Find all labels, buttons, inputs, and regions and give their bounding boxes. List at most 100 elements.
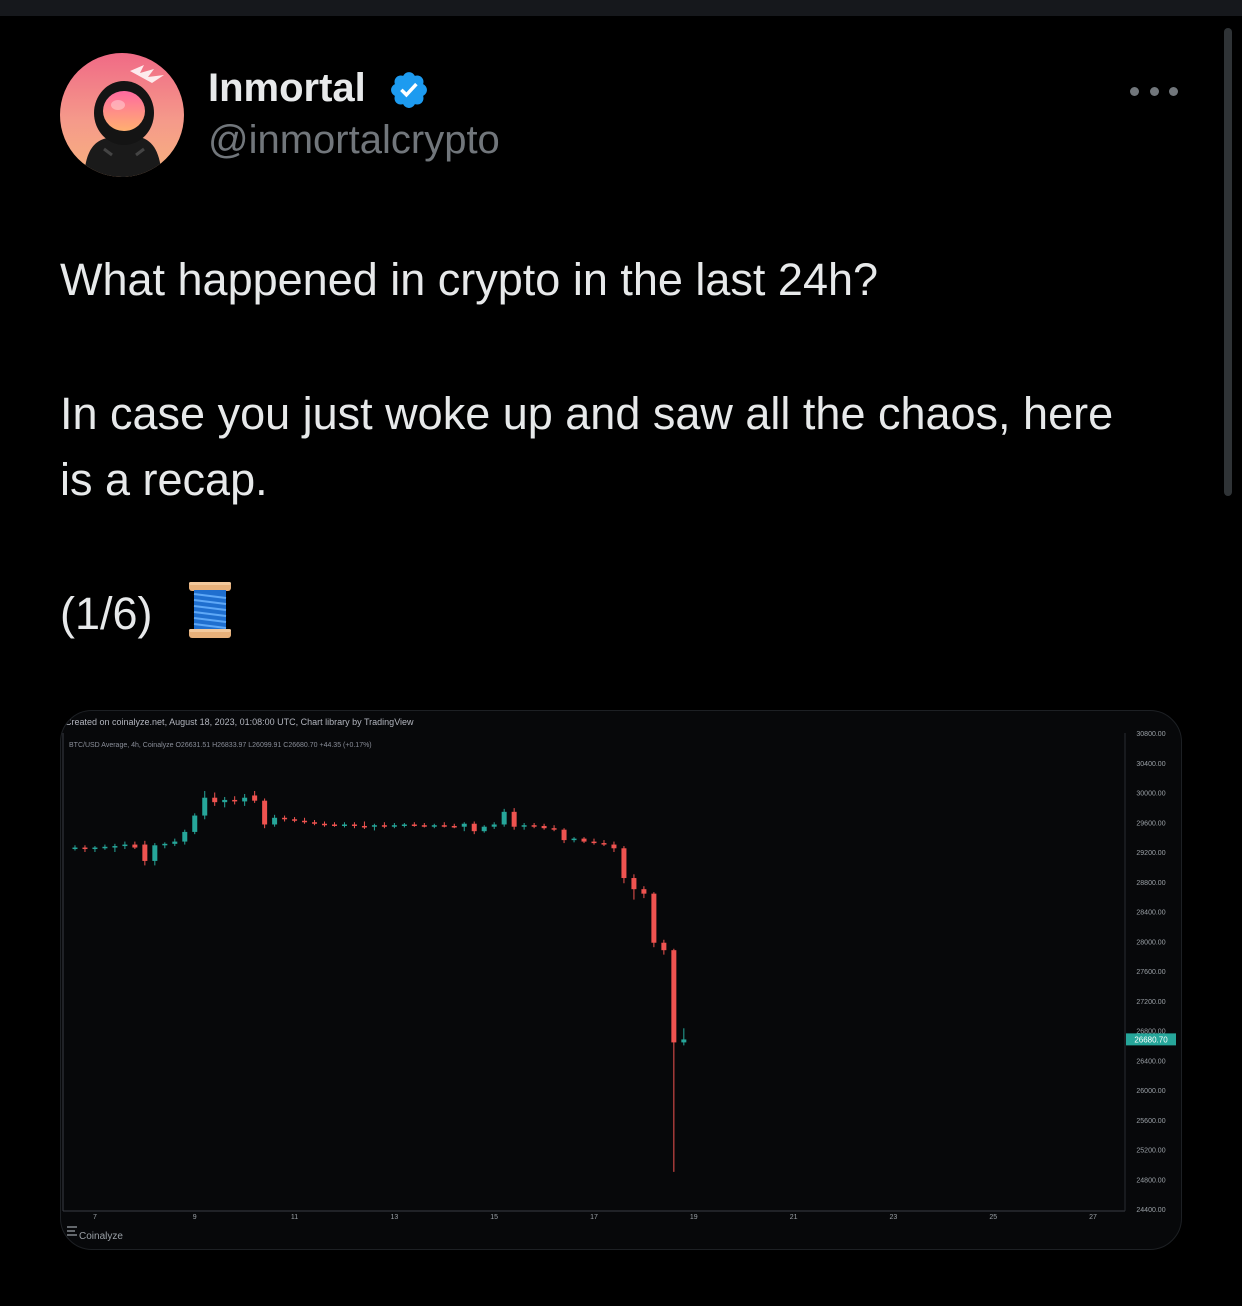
x-tick-label: 27 bbox=[1089, 1214, 1097, 1221]
candle-body bbox=[441, 825, 447, 827]
candle-body bbox=[611, 844, 617, 849]
x-tick-label: 7 bbox=[93, 1214, 97, 1221]
y-axis-ticks: 30800.00 30400.00 30000.00 29600.00 29200.00… bbox=[1136, 731, 1165, 1214]
candle-body bbox=[112, 846, 118, 848]
x-tick-label: 19 bbox=[690, 1214, 698, 1221]
candle-body bbox=[571, 838, 577, 841]
y-tick-label: 24400.00 bbox=[1136, 1207, 1165, 1214]
candle-body bbox=[671, 950, 677, 1043]
candle-body bbox=[471, 823, 477, 832]
y-tick-label: 30800.00 bbox=[1136, 731, 1165, 738]
tweet-text-line-1: What happened in crypto in the last 24h? bbox=[60, 254, 879, 305]
candle-body bbox=[391, 825, 397, 827]
candle-body bbox=[651, 893, 657, 943]
candle-body bbox=[72, 847, 78, 850]
y-tick-label: 25600.00 bbox=[1136, 1118, 1165, 1125]
candle-body bbox=[82, 847, 88, 850]
candle-body bbox=[631, 878, 637, 890]
candle-body bbox=[531, 825, 537, 827]
candle-body bbox=[182, 831, 188, 842]
candle-body bbox=[541, 825, 547, 829]
candle-body bbox=[132, 844, 138, 848]
x-tick-label: 13 bbox=[390, 1214, 398, 1221]
candle-body bbox=[411, 824, 417, 826]
candle-body bbox=[511, 811, 517, 827]
candle-body bbox=[461, 823, 467, 827]
y-tick-label: 29200.00 bbox=[1136, 850, 1165, 857]
candle-body bbox=[551, 828, 557, 830]
y-tick-label: 30400.00 bbox=[1136, 761, 1165, 768]
candle-body bbox=[212, 797, 218, 803]
candle-body bbox=[192, 815, 198, 832]
candlestick-chart: Created on coinalyze.net, August 18, 202… bbox=[62, 717, 1176, 1242]
y-tick-label: 28800.00 bbox=[1136, 880, 1165, 887]
spool-of-thread-icon bbox=[189, 582, 231, 638]
candle-body bbox=[681, 1039, 687, 1043]
candle-body bbox=[92, 847, 98, 850]
candle-body bbox=[581, 838, 587, 842]
candle-body bbox=[501, 811, 507, 825]
x-tick-label: 11 bbox=[291, 1214, 298, 1221]
candle-body bbox=[162, 843, 168, 846]
x-tick-label: 9 bbox=[193, 1214, 197, 1221]
author-handle[interactable]: @inmortalcrypto bbox=[208, 118, 500, 163]
x-tick-label: 17 bbox=[590, 1214, 598, 1221]
x-tick-label: 25 bbox=[989, 1214, 997, 1221]
y-tick-label: 26000.00 bbox=[1136, 1088, 1165, 1095]
candle-body bbox=[351, 824, 357, 826]
candle-body bbox=[302, 820, 308, 823]
author-name[interactable]: Inmortal bbox=[208, 66, 366, 111]
x-tick-label: 21 bbox=[790, 1214, 798, 1221]
y-tick-label: 25200.00 bbox=[1136, 1148, 1165, 1155]
candle-body bbox=[381, 825, 387, 827]
y-tick-label: 26400.00 bbox=[1136, 1058, 1165, 1065]
x-tick-label: 15 bbox=[490, 1214, 498, 1221]
candle-body bbox=[421, 825, 427, 827]
candle-body bbox=[232, 799, 238, 802]
y-tick-label: 27600.00 bbox=[1136, 969, 1165, 976]
avatar[interactable] bbox=[60, 53, 184, 177]
x-tick-label: 23 bbox=[890, 1214, 898, 1221]
candle-body bbox=[451, 825, 457, 828]
more-options-icon[interactable] bbox=[1130, 80, 1178, 102]
y-tick-label: 30000.00 bbox=[1136, 791, 1165, 798]
coinalyze-watermark: Coinalyze bbox=[67, 1226, 123, 1242]
candle-body bbox=[122, 844, 128, 847]
candle-body bbox=[152, 845, 158, 861]
candle-body bbox=[481, 826, 487, 832]
coinalyze-logo-icon bbox=[67, 1226, 77, 1236]
candle-body bbox=[202, 797, 208, 816]
tweet-media-chart[interactable]: Created on coinalyze.net, August 18, 202… bbox=[60, 710, 1182, 1250]
candle-body bbox=[242, 797, 248, 802]
candle-body bbox=[601, 843, 607, 845]
candle-body bbox=[661, 942, 667, 951]
candle-body bbox=[272, 817, 278, 825]
candle-body bbox=[491, 824, 497, 827]
candles-group bbox=[72, 791, 687, 1172]
x-axis-ticks: 7 9 11 13 15 17 19 21 23 25 27 bbox=[93, 1214, 1097, 1221]
candle-body bbox=[561, 829, 567, 841]
y-tick-label: 28000.00 bbox=[1136, 939, 1165, 946]
candle-body bbox=[142, 844, 148, 861]
candle-body bbox=[521, 825, 527, 827]
candle-body bbox=[641, 889, 647, 894]
tweet-thread-counter: (1/6) bbox=[60, 588, 153, 639]
candle-body bbox=[102, 846, 108, 849]
y-tick-label: 24800.00 bbox=[1136, 1177, 1165, 1184]
y-tick-label: 29600.00 bbox=[1136, 820, 1165, 827]
candle-body bbox=[341, 824, 347, 826]
candle-body bbox=[262, 800, 268, 825]
candle-body bbox=[252, 795, 258, 801]
candle-body bbox=[331, 824, 337, 826]
candle-body bbox=[312, 822, 318, 824]
scrollbar[interactable] bbox=[1224, 28, 1232, 496]
candle-body bbox=[322, 823, 328, 826]
chart-legend: BTC/USD Average, 4h, Coinalyze O26631.51… bbox=[69, 742, 372, 749]
tweet-text-line-2: In case you just woke up and saw all the… bbox=[60, 388, 1114, 439]
top-bar bbox=[0, 0, 1242, 16]
candle-body bbox=[282, 817, 288, 820]
candle-body bbox=[371, 825, 377, 827]
verified-badge-icon bbox=[391, 72, 427, 108]
candle-body bbox=[361, 825, 367, 828]
last-price-value: 26680.70 bbox=[1134, 1035, 1168, 1044]
